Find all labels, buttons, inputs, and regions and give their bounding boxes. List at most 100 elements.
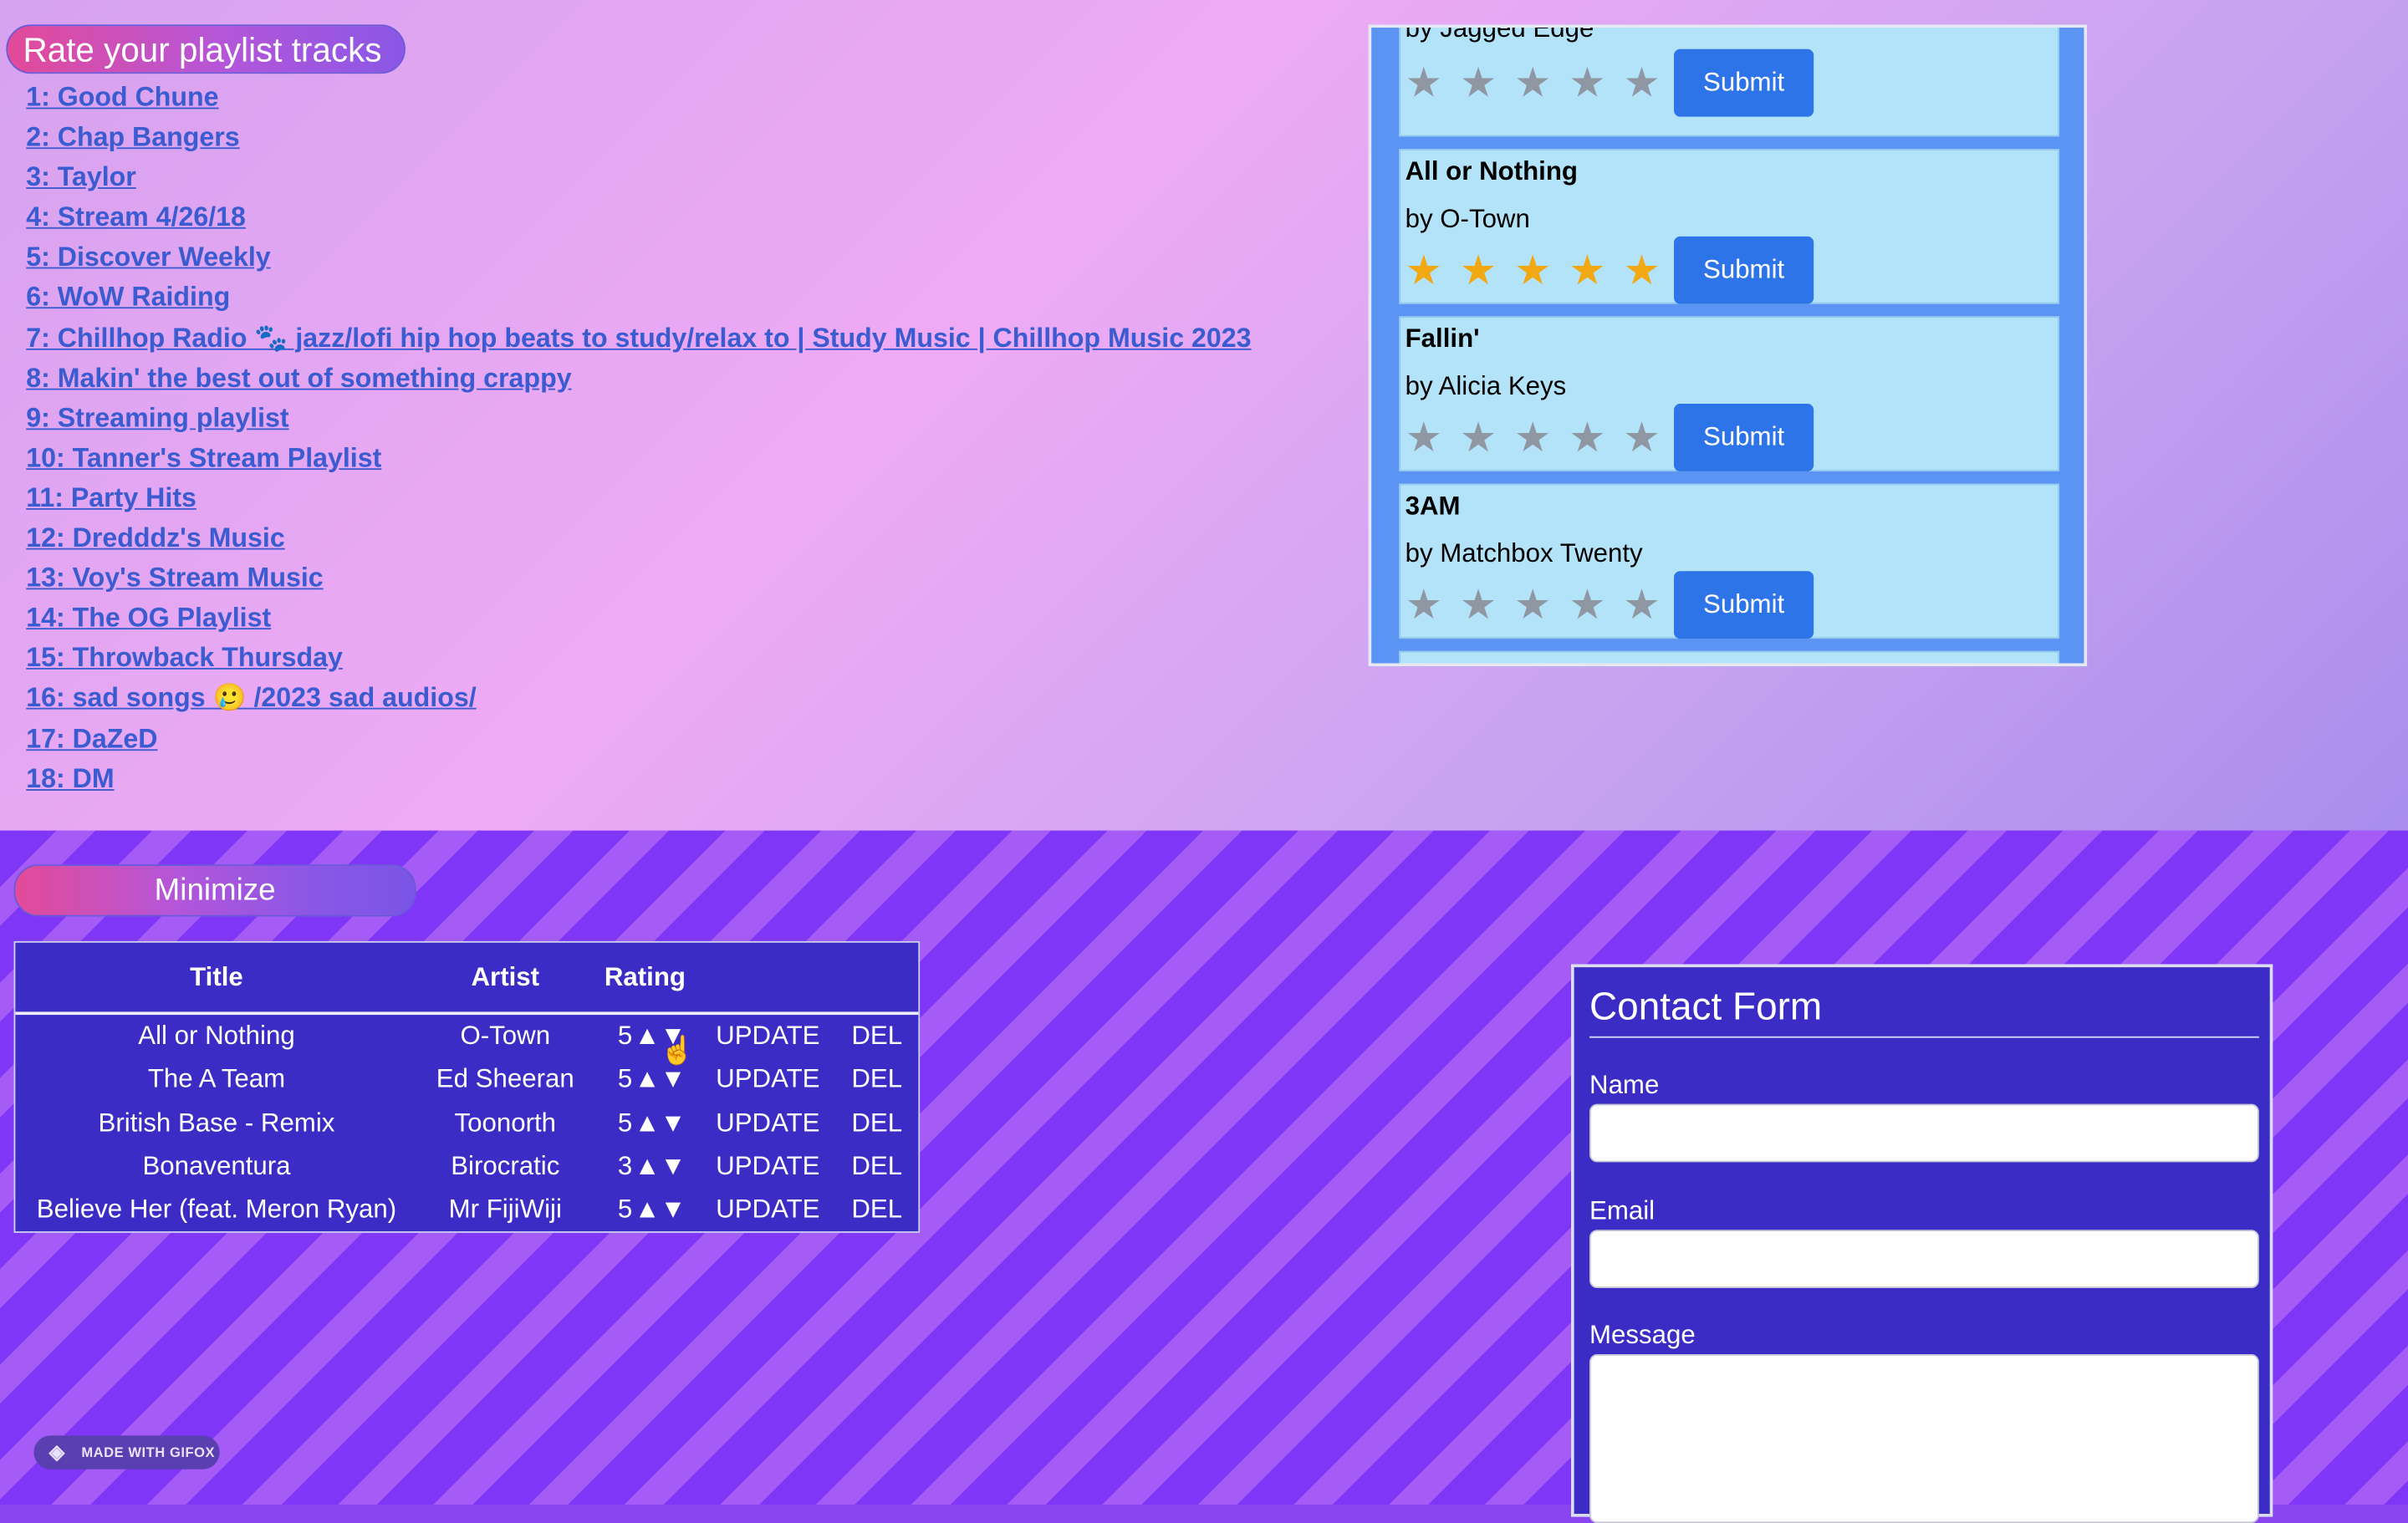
track-title-cell: The A Team [147,1064,286,1094]
star-icon[interactable]: ★ [1514,582,1569,628]
playlist-item: 12: Dredddz's Music [26,517,1251,558]
column-header-title: Title [190,962,243,992]
track-card: by Jagged Edge ★ ★ ★ ★ ★ Submit [1399,28,2060,137]
update-button[interactable]: UPDATE [701,1015,836,1057]
submit-button[interactable]: Submit [1674,48,1814,117]
star-icon[interactable]: ★ [1623,582,1677,628]
artist-cell: Mr FijiWiji [448,1194,562,1225]
artist-cell: Toonorth [454,1108,557,1138]
delete-button[interactable]: DEL [842,1015,912,1057]
track-artist: by O-Town [1405,204,1530,234]
playlist-link[interactable]: 18: DM [26,762,114,793]
playlist-item: 1: Good Chune [26,77,1251,117]
contact-form: Contact Form Name Email Message [1570,964,2273,1523]
playlist-link[interactable]: 14: The OG Playlist [26,602,271,633]
submit-button[interactable]: Submit [1674,236,1814,304]
playlist-link[interactable]: 9: Streaming playlist [26,402,288,433]
playlist-link[interactable]: 7: Chillhop Radio 🐾 jazz/lofi hip hop be… [26,322,1251,353]
submit-button[interactable]: Submit [1674,571,1814,639]
playlist-link[interactable]: 4: Stream 4/26/18 [26,201,246,232]
rate-tracks-header[interactable]: Rate your playlist tracks [6,24,406,74]
playlist-item: 15: Throwback Thursday [26,638,1251,678]
playlist-item: 4: Stream 4/26/18 [26,197,1251,237]
rating-arrows[interactable]: ▲▼ [635,1145,686,1188]
track-artist: by Alicia Keys [1405,371,1567,401]
track-rating-panel[interactable]: by Jagged Edge ★ ★ ★ ★ ★ Submit All or Nothing b… [1368,24,2088,667]
playlist-item: 17: DaZeD [26,718,1251,758]
star-icon[interactable]: ★ [1569,60,1623,106]
update-button[interactable]: UPDATE [701,1145,836,1188]
star-icon[interactable]: ★ [1569,582,1623,628]
track-title: All or Nothing [1405,156,1579,186]
playlist-link[interactable]: 8: Makin' the best out of something crap… [26,362,571,393]
column-header-rating: Rating [604,962,686,992]
table-row: The A Team Ed Sheeran 5 ▲▼ UPDATE DEL [15,1058,918,1101]
name-field[interactable] [1589,1103,2259,1163]
table-row: Believe Her (feat. Meron Ryan) Mr FijiWij… [15,1189,918,1231]
playlist-link[interactable]: 17: DaZeD [26,722,157,753]
playlist-link[interactable]: 13: Voy's Stream Music [26,562,323,593]
playlist-link[interactable]: 15: Throwback Thursday [26,642,343,673]
update-button[interactable]: UPDATE [701,1189,836,1231]
update-button[interactable]: UPDATE [701,1102,836,1144]
delete-button[interactable]: DEL [842,1102,912,1144]
playlist-link[interactable]: 16: sad songs 🥲 /2023 sad audios/ [26,682,476,713]
message-label: Message [1589,1320,1696,1350]
star-icon[interactable]: ★ [1460,60,1514,106]
minimize-button[interactable]: Minimize [13,864,416,917]
star-icon[interactable]: ★ [1569,415,1623,461]
star-icon[interactable]: ★ [1569,247,1623,293]
playlist-link[interactable]: 5: Discover Weekly [26,242,270,273]
star-icon[interactable]: ★ [1623,415,1677,461]
message-field[interactable] [1589,1354,2259,1523]
column-header-artist: Artist [471,962,540,992]
playlist-link[interactable]: 10: Tanner's Stream Playlist [26,442,381,473]
rating-arrows[interactable]: ▲▼ [635,1189,686,1231]
playlist-link[interactable]: 2: Chap Bangers [26,121,239,152]
rating-arrows[interactable]: ▲▼ [635,1102,686,1144]
star-icon[interactable]: ★ [1623,247,1677,293]
playlist-item: 18: DM [26,758,1251,798]
track-title: 3AM [1405,491,1461,521]
playlist-item: 9: Streaming playlist [26,397,1251,437]
star-icon[interactable]: ★ [1406,582,1460,628]
playlist-link[interactable]: 11: Party Hits [26,482,196,513]
star-icon[interactable]: ★ [1514,247,1569,293]
star-icon[interactable]: ★ [1406,415,1460,461]
star-icon[interactable]: ★ [1460,415,1514,461]
rating-value: 5 [617,1108,633,1138]
playlist-item: 5: Discover Weekly [26,237,1251,278]
playlist-item: 11: Party Hits [26,477,1251,517]
table-row: British Base - Remix Toonorth 5 ▲▼ UPDATE DEL [15,1102,918,1144]
star-icon[interactable]: ★ [1406,247,1460,293]
playlist-link[interactable]: 12: Dredddz's Music [26,522,285,553]
delete-button[interactable]: DEL [842,1189,912,1231]
star-icon[interactable]: ★ [1406,60,1460,106]
email-label: Email [1589,1195,1656,1225]
submit-button[interactable]: Submit [1674,404,1814,471]
playlist-link[interactable]: 6: WoW Raiding [26,282,230,313]
rating-value: 5 [617,1021,633,1051]
fox-icon: ◈ [48,1439,65,1464]
track-artist: by Matchbox Twenty [1405,538,1643,568]
star-icon[interactable]: ★ [1623,60,1677,106]
star-icon[interactable]: ★ [1460,247,1514,293]
playlist-link[interactable]: 1: Good Chune [26,81,218,112]
email-field[interactable] [1589,1230,2259,1289]
ratings-table: Title Artist Rating All or Nothing O-Town… [13,940,921,1233]
playlist-link[interactable]: 3: Taylor [26,161,136,192]
playlist-list: 1: Good Chune 2: Chap Bangers 3: Taylor 4: … [26,77,1251,798]
star-icon[interactable]: ★ [1460,582,1514,628]
star-rating: ★ ★ ★ ★ ★ [1406,60,1678,106]
delete-button[interactable]: DEL [842,1058,912,1101]
playlist-item: 8: Makin' the best out of something crap… [26,357,1251,397]
playlist-item: 6: WoW Raiding [26,277,1251,317]
playlist-item: 10: Tanner's Stream Playlist [26,437,1251,477]
star-icon[interactable]: ★ [1514,415,1569,461]
contact-form-title: Contact Form [1589,986,1823,1029]
star-icon[interactable]: ★ [1514,60,1569,106]
playlist-item: 14: The OG Playlist [26,598,1251,638]
artist-cell: Ed Sheeran [436,1064,574,1094]
delete-button[interactable]: DEL [842,1145,912,1188]
update-button[interactable]: UPDATE [701,1058,836,1101]
